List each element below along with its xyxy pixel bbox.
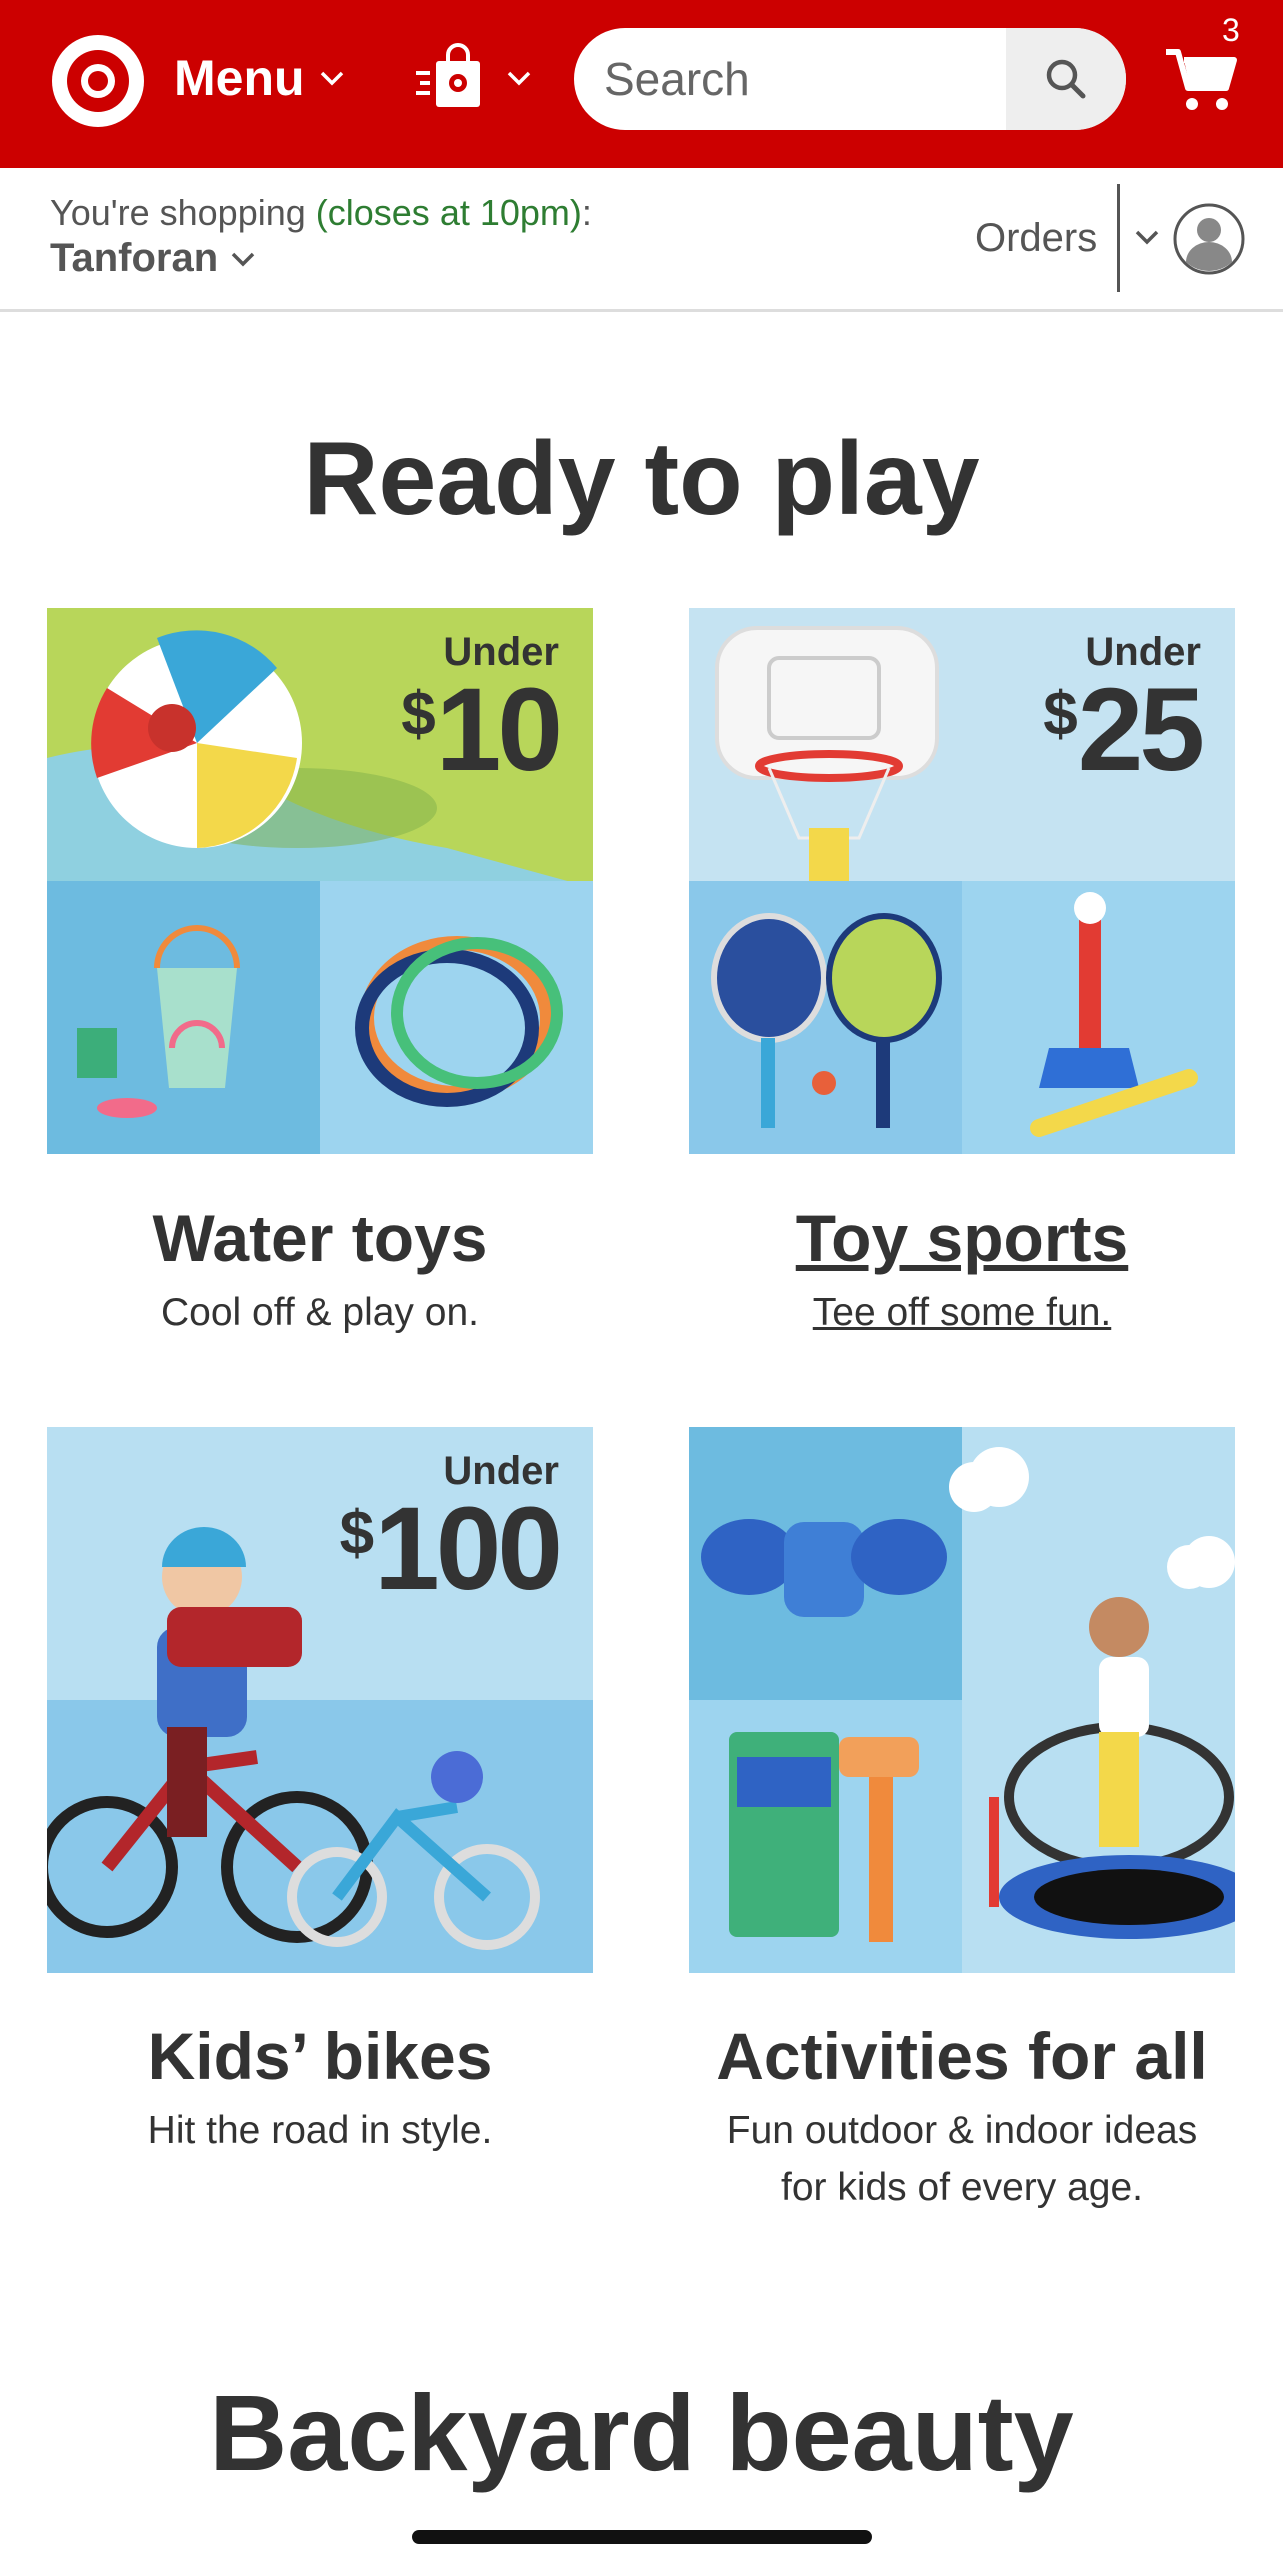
cart-count-badge: 3 bbox=[1222, 12, 1240, 48]
price-badge-amount: 25 bbox=[1077, 664, 1205, 796]
tile-toy-sports[interactable]: Under $25 bbox=[689, 608, 1235, 1154]
store-info-bar: You're shopping (closes at 10pm): Tanfor… bbox=[0, 168, 1283, 312]
tile-subtitle-line1: Fun outdoor & indoor ideas bbox=[726, 2109, 1198, 2152]
price-badge-currency: $ bbox=[339, 1499, 375, 1568]
tile-label-kids-bikes[interactable]: Kids’ bikes Hit the road in style. bbox=[47, 2018, 593, 2159]
store-selector[interactable]: Tanforan bbox=[50, 236, 260, 281]
home-indicator[interactable] bbox=[412, 2530, 872, 2544]
tile-title: Water toys bbox=[152, 1201, 488, 1275]
price-badge: Under $10 bbox=[401, 630, 563, 789]
menu-label: Menu bbox=[174, 50, 305, 106]
tile-water-toys[interactable]: Under $10 bbox=[47, 608, 593, 1154]
search-bar bbox=[574, 28, 1126, 130]
tile-label-toy-sports[interactable]: Toy sports Tee off some fun. bbox=[689, 1200, 1235, 1341]
tile-title: Activities for all bbox=[716, 2019, 1208, 2093]
tile-subtitle: Tee off some fun. bbox=[812, 1291, 1112, 1334]
tile-subtitle: Cool off & play on. bbox=[161, 1291, 479, 1334]
section-title: Ready to play bbox=[303, 421, 980, 537]
tile-title: Toy sports bbox=[795, 1201, 1129, 1275]
order-pickup-bag-icon bbox=[416, 43, 480, 107]
store-name: Tanforan bbox=[50, 236, 219, 280]
tile-label-water-toys[interactable]: Water toys Cool off & play on. bbox=[47, 1200, 593, 1341]
tile-label-activities[interactable]: Activities for all Fun outdoor & indoor … bbox=[689, 2018, 1235, 2216]
search-icon bbox=[1046, 59, 1086, 99]
orders-link[interactable]: Orders bbox=[975, 216, 1097, 261]
shopping-prefix: You're shopping bbox=[50, 192, 306, 233]
tile-subtitle-line2: for kids of every age. bbox=[780, 2166, 1143, 2209]
order-pickup-button[interactable] bbox=[414, 36, 544, 120]
activities-image bbox=[689, 1427, 1235, 1973]
chevron-down-icon bbox=[507, 71, 531, 86]
shopping-suffix: : bbox=[581, 192, 592, 233]
chevron-down-icon[interactable] bbox=[1130, 220, 1164, 254]
tile-subtitle: Hit the road in style. bbox=[147, 2109, 493, 2152]
tile-title: Kids’ bikes bbox=[147, 2019, 493, 2093]
next-section-title: Backyard beauty bbox=[209, 2372, 1074, 2493]
search-input[interactable] bbox=[574, 28, 1006, 130]
chevron-down-icon bbox=[320, 71, 343, 86]
cart-icon[interactable] bbox=[1162, 40, 1242, 120]
store-closing-time: (closes at 10pm) bbox=[315, 192, 582, 233]
top-nav-bar: Menu 3 bbox=[0, 0, 1283, 168]
search-button[interactable] bbox=[1006, 28, 1126, 130]
shopping-store-text: You're shopping (closes at 10pm): bbox=[50, 192, 592, 234]
menu-button[interactable]: Menu bbox=[174, 46, 349, 110]
price-badge: Under $25 bbox=[1043, 630, 1205, 789]
tile-activities[interactable] bbox=[689, 1427, 1235, 1973]
target-logo-icon[interactable] bbox=[50, 33, 146, 129]
divider bbox=[1117, 184, 1120, 292]
price-badge-currency: $ bbox=[1043, 680, 1078, 749]
price-badge-amount: 100 bbox=[374, 1483, 563, 1615]
price-badge-amount: 10 bbox=[435, 664, 563, 796]
tile-kids-bikes[interactable]: Under $100 bbox=[47, 1427, 593, 1973]
chevron-down-icon bbox=[231, 252, 255, 266]
user-avatar-icon[interactable] bbox=[1172, 202, 1246, 276]
price-badge: Under $100 bbox=[339, 1449, 563, 1608]
price-badge-currency: $ bbox=[401, 680, 436, 749]
